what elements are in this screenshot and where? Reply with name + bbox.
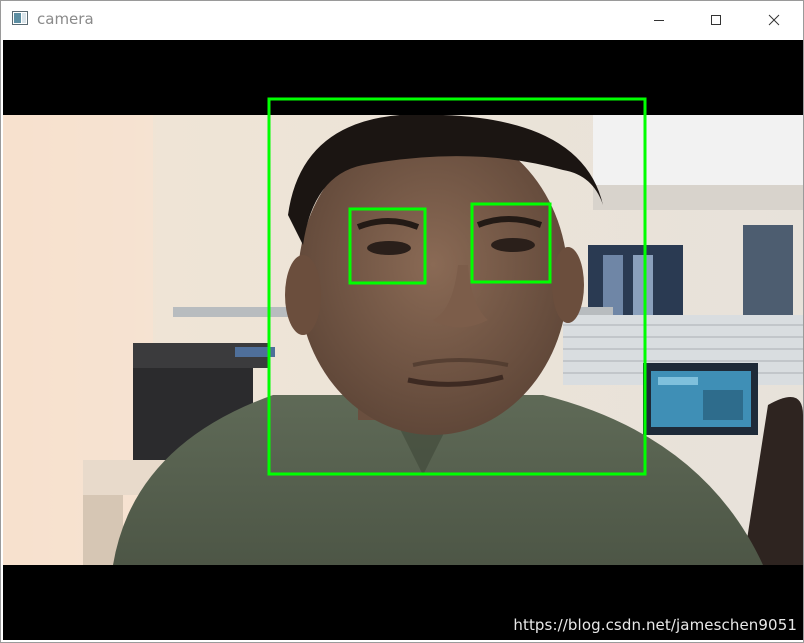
maximize-button[interactable]: [687, 1, 745, 39]
watermark-text: https://blog.csdn.net/jameschen9051: [513, 616, 797, 634]
close-button[interactable]: [745, 1, 803, 39]
left-eye-detection-box: [348, 207, 427, 285]
detection-overlay: [267, 97, 647, 476]
face-detection-box: [267, 97, 647, 476]
right-eye-detection-box: [470, 202, 552, 284]
close-icon: [768, 14, 780, 26]
app-icon: [12, 11, 28, 25]
title-bar[interactable]: camera: [1, 1, 803, 39]
camera-view: https://blog.csdn.net/jameschen9051: [3, 40, 803, 640]
maximize-icon: [711, 15, 721, 25]
minimize-button[interactable]: [630, 1, 688, 39]
window-title: camera: [37, 10, 94, 28]
camera-window: camera https://blog.csdn.net/jameschen90…: [0, 0, 804, 643]
minimize-icon: [654, 20, 664, 21]
